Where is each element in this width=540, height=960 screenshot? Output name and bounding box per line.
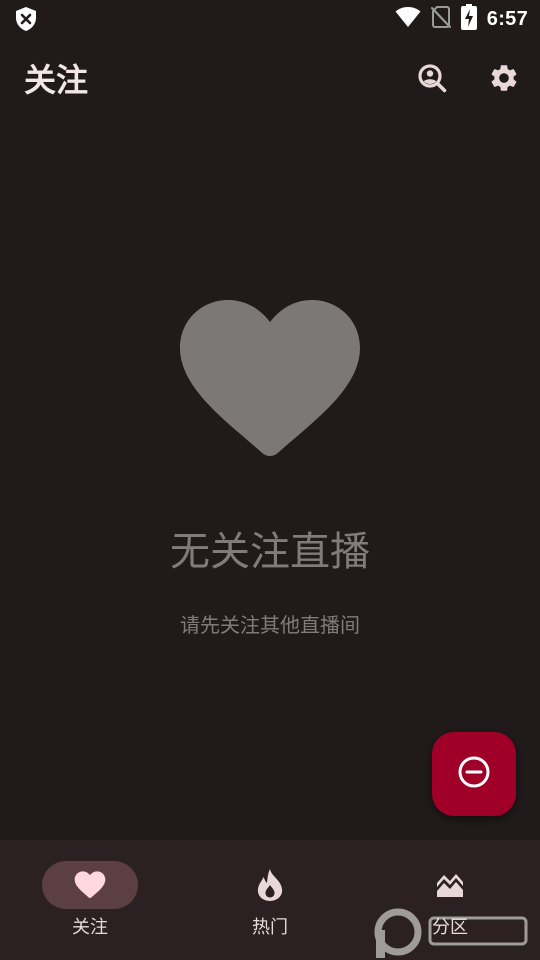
- fab-button[interactable]: [432, 732, 516, 816]
- app-screen: 6:57 关注 无关注直播 请先关注其他直播间 关注 热门 分区: [0, 0, 540, 960]
- wifi-icon: [395, 6, 421, 32]
- status-bar: 6:57: [0, 0, 540, 38]
- battery-charging-icon: [460, 4, 477, 34]
- page-title: 关注: [24, 61, 89, 99]
- nav-item-hot[interactable]: 热门: [180, 840, 360, 960]
- nav-item-follow[interactable]: 关注: [0, 840, 180, 960]
- search-button[interactable]: [408, 56, 456, 104]
- settings-button[interactable]: [480, 56, 528, 104]
- fire-icon: [252, 867, 288, 903]
- shield-x-icon: [14, 6, 38, 36]
- status-time: 6:57: [486, 7, 528, 30]
- heart-icon: [72, 867, 108, 903]
- top-app-bar: 关注: [0, 52, 540, 108]
- empty-state-subtitle: 请先关注其他直播间: [180, 613, 360, 637]
- nav-label: 关注: [72, 917, 108, 938]
- watermark-logo: [372, 900, 540, 960]
- heart-icon: [176, 296, 364, 464]
- empty-state-title: 无关注直播: [170, 529, 370, 575]
- minus-circle-icon: [457, 755, 491, 793]
- gear-icon: [488, 62, 520, 98]
- nav-label: 热门: [252, 917, 288, 938]
- landscape-icon: [432, 867, 468, 903]
- search-person-icon: [417, 63, 447, 97]
- no-sim-icon: [430, 5, 451, 33]
